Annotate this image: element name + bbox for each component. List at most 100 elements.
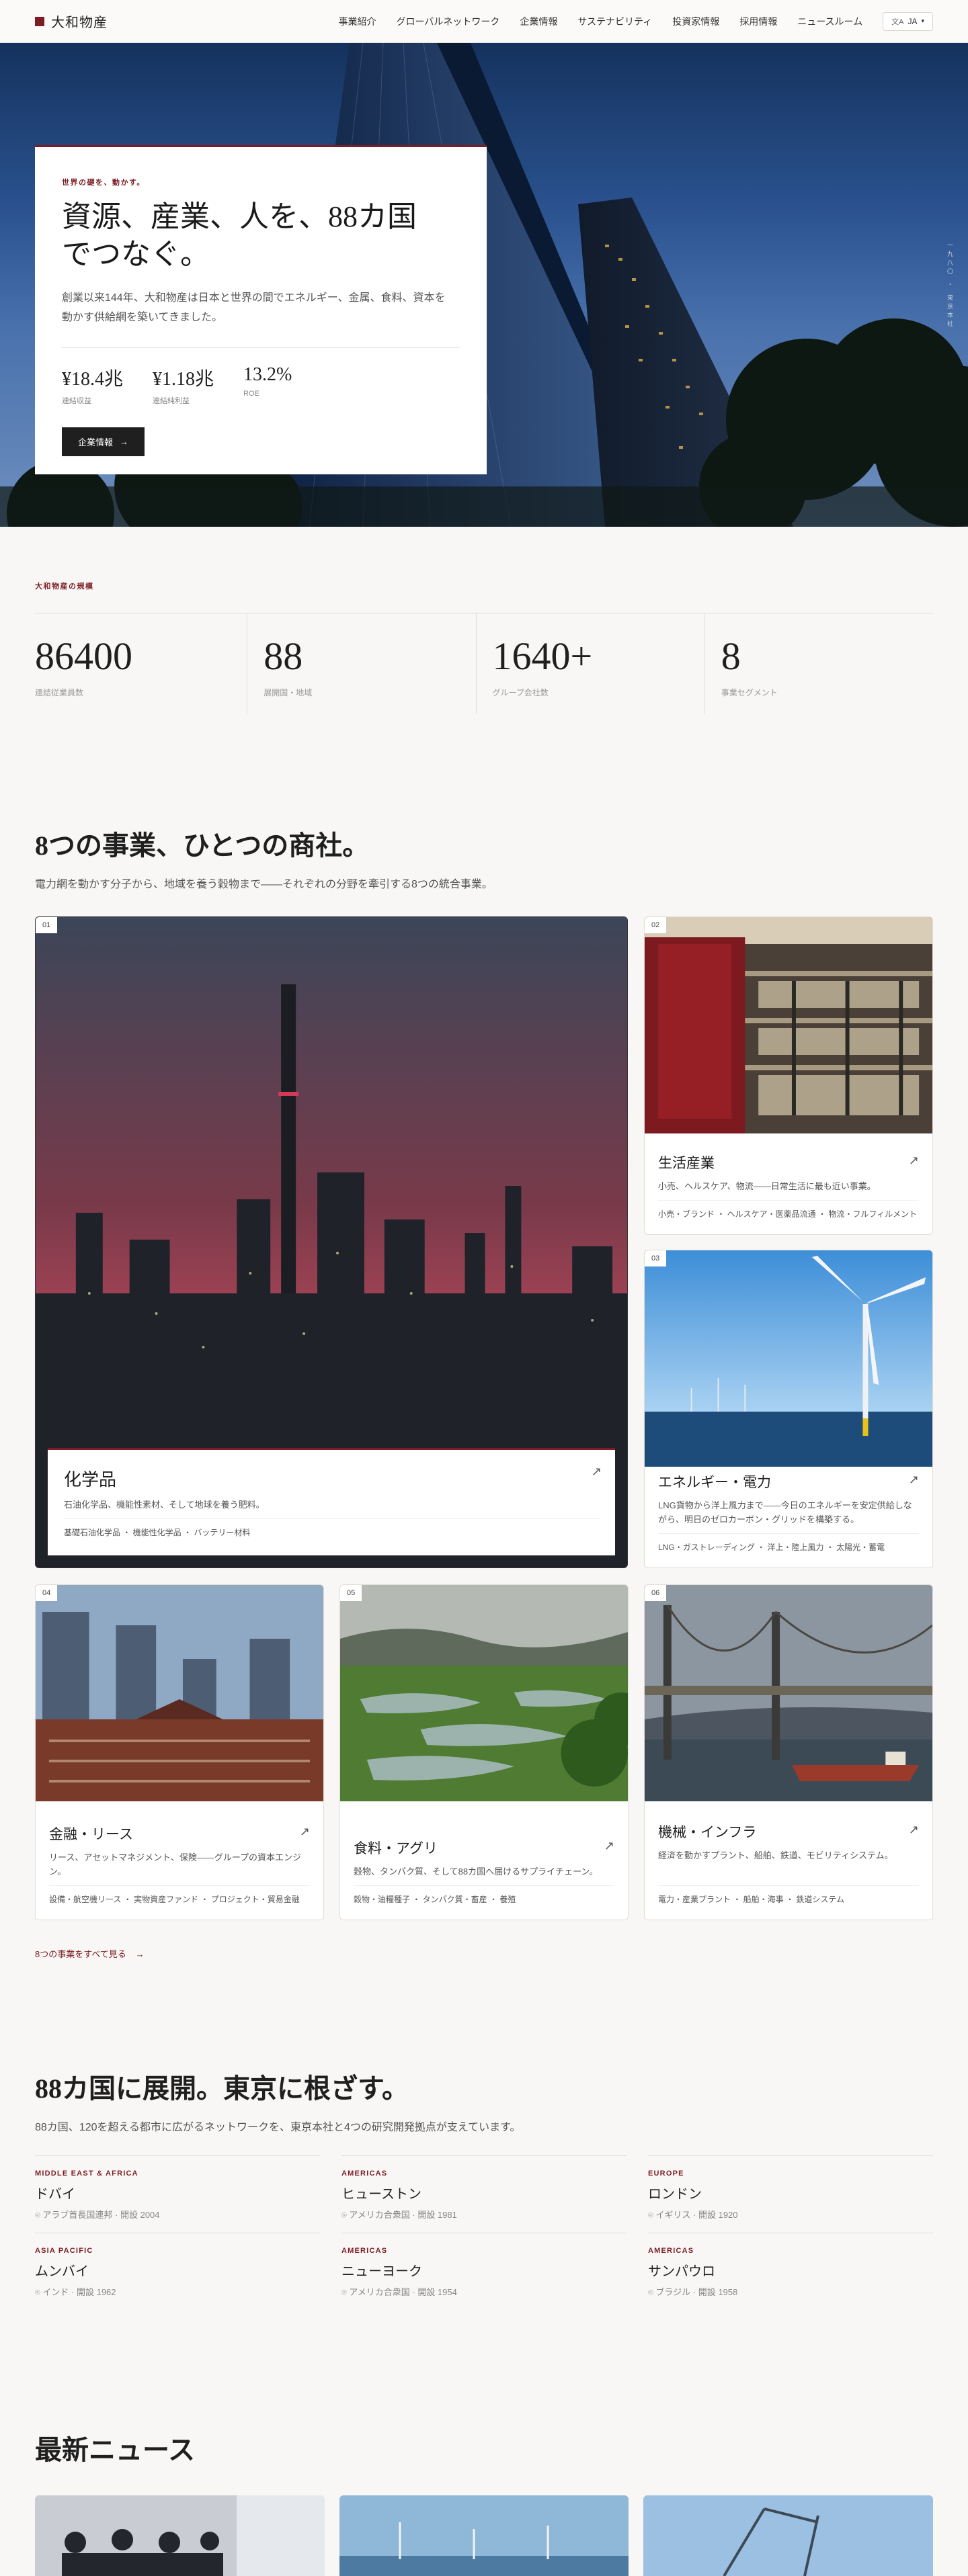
hero-title-line2: でつなぐ。 xyxy=(62,238,210,271)
business-card-finance[interactable]: 04 金融・リース リース、アセットマネジメント、保険——グループの資本エンジン… xyxy=(35,1584,324,1920)
arrow-up-right-icon: ↗ xyxy=(604,1839,614,1852)
office-item[interactable]: EUROPE ロンドン ⌾ イギリス · 開設 1920 xyxy=(648,2155,933,2233)
nav-item-company[interactable]: 企業情報 xyxy=(520,15,557,28)
scale-stat-label: 連結従業員数 xyxy=(35,688,84,697)
card-tags: 設備・航空機リース ・ 実物資産ファンド ・ プロジェクト・貿易金融 xyxy=(49,1885,310,1906)
office-region: AMERICAS xyxy=(341,2170,388,2178)
office-meta-text: イギリス · 開設 1920 xyxy=(655,2210,738,2220)
card-body: 生活産業 小売、ヘルスケア、物流——日常生活に最も近い事業。 小売・ブランド ・… xyxy=(645,1139,932,1234)
scale-stat-label: 事業セグメント xyxy=(721,688,778,697)
card-body: 金融・リース リース、アセットマネジメント、保険——グループの資本エンジン。 設… xyxy=(36,1810,323,1920)
office-meta-text: インド · 開設 1962 xyxy=(42,2287,116,2297)
brand-logo[interactable]: 大和物産 xyxy=(35,11,108,31)
office-region: MIDDLE EAST & AFRICA xyxy=(35,2170,138,2178)
company-info-button-label: 企業情報 xyxy=(78,437,114,447)
card-body: 機械・インフラ 経済を動かすプラント、船舶、鉄道、モビリティシステム。 電力・産… xyxy=(645,1808,932,1920)
location-pin-icon: ⌾ xyxy=(35,2210,43,2220)
arrow-right-icon: → xyxy=(135,1949,145,1959)
office-city: ヒューストン xyxy=(341,2187,421,2202)
office-region: ASIA PACIFIC xyxy=(35,2247,93,2255)
arrow-up-right-icon: ↗ xyxy=(299,1825,310,1838)
card-tags: 電力・産業プラント ・ 船舶・海事 ・ 鉄道システム xyxy=(658,1885,919,1906)
news-section: 最新ニュース xyxy=(35,2428,934,2576)
hero-stat-label: 連結純利益 xyxy=(153,397,190,405)
card-title: 金融・リース xyxy=(49,1826,133,1842)
language-selector[interactable]: 文A JA ▾ xyxy=(883,11,933,31)
arrow-up-right-icon: ↗ xyxy=(908,1473,919,1486)
office-region: EUROPE xyxy=(648,2170,684,2178)
office-item[interactable]: AMERICAS サンパウロ ⌾ ブラジル · 開設 1958 xyxy=(648,2233,933,2310)
nav-item-sustainability[interactable]: サステナビリティ xyxy=(577,15,652,28)
office-item[interactable]: MIDDLE EAST & AFRICA ドバイ ⌾ アラブ首長国連邦 · 開設… xyxy=(35,2155,320,2233)
scale-stat-value: 88 xyxy=(264,634,303,678)
nav-item-global-network[interactable]: グローバルネットワーク xyxy=(396,15,499,28)
rice-terraces-image xyxy=(340,1585,628,1801)
location-pin-icon: ⌾ xyxy=(341,2287,350,2297)
office-city: ドバイ xyxy=(35,2187,75,2202)
business-card-machinery[interactable]: 06 機械・インフラ 経済を動かすプラント、船舶、鉄道、モビリティシステム。 電… xyxy=(644,1584,933,1920)
business-card-food[interactable]: 05 食料・アグリ 穀物、タンパク質、そして88カ国へ届けるサプライチェーン。 … xyxy=(339,1584,629,1920)
scale-stat: 88 展開国・地域 xyxy=(247,613,477,714)
nav-item-business[interactable]: 事業紹介 xyxy=(338,15,376,28)
scale-stat-value: 86400 xyxy=(35,634,132,678)
business-card-consumer[interactable]: 02 生活産業 小売、ヘルスケア、物流——日常生活に最も近い事業。 小売・ブラン… xyxy=(644,916,933,1235)
see-all-businesses-link[interactable]: 8つの事業をすべて見る → xyxy=(35,1947,144,1960)
company-info-button[interactable]: 企業情報 → xyxy=(62,427,145,456)
office-meta-text: アメリカ合衆国 · 開設 1954 xyxy=(349,2287,457,2297)
card-description: リース、アセットマネジメント、保険——グループの資本エンジン。 xyxy=(49,1852,302,1877)
nav-item-careers[interactable]: 採用情報 xyxy=(739,15,777,28)
scale-stat-label: 展開国・地域 xyxy=(264,688,313,697)
office-region: AMERICAS xyxy=(648,2247,694,2255)
global-network-section: 88カ国に展開。東京に根ざす。 88カ国、120を超える都市に広がるネットワーク… xyxy=(35,2067,933,2310)
office-city: サンパウロ xyxy=(648,2264,715,2279)
hero-stat-value: ¥1.18兆 xyxy=(153,369,214,390)
nav-item-investors[interactable]: 投資家情報 xyxy=(672,15,719,28)
card-index: 04 xyxy=(36,1585,58,1601)
card-description: LNG貨物から洋上風力まで——今日のエネルギーを安定供給しながら、明日のゼロカー… xyxy=(658,1500,912,1525)
scale-stats: 86400 連結従業員数 88 展開国・地域 1640+ グループ会社数 8 事… xyxy=(35,613,933,714)
card-description: 穀物、タンパク質、そして88カ国へ届けるサプライチェーン。 xyxy=(354,1866,598,1877)
card-title: 化学品 xyxy=(64,1470,117,1490)
card-index: 03 xyxy=(645,1250,667,1266)
location-pin-icon: ⌾ xyxy=(648,2210,656,2220)
scale-stat: 8 事業セグメント xyxy=(705,613,933,714)
press-conference-image xyxy=(35,2495,325,2576)
news-card-image[interactable] xyxy=(35,2495,325,2576)
language-label: JA xyxy=(908,16,918,26)
office-list: MIDDLE EAST & AFRICA ドバイ ⌾ アラブ首長国連邦 · 開設… xyxy=(35,2155,933,2310)
card-tags: 穀物・油糧種子 ・ タンパク質・畜産 ・ 養殖 xyxy=(354,1885,614,1906)
office-item[interactable]: AMERICAS ヒューストン ⌾ アメリカ合衆国 · 開設 1981 xyxy=(341,2155,627,2233)
office-meta: ⌾ アメリカ合衆国 · 開設 1981 xyxy=(341,2208,627,2221)
see-all-label: 8つの事業をすべて見る xyxy=(35,1949,126,1959)
office-city: ニューヨーク xyxy=(341,2264,422,2279)
scale-stat: 1640+ グループ会社数 xyxy=(477,613,705,714)
business-title: 8つの事業、ひとつの商社。 xyxy=(35,830,370,861)
nav-item-newsroom[interactable]: ニュースルーム xyxy=(797,15,862,28)
brand-mark-icon xyxy=(35,16,44,26)
office-item[interactable]: AMERICAS ニューヨーク ⌾ アメリカ合衆国 · 開設 1954 xyxy=(341,2233,627,2310)
hero-stat-value: ¥18.4兆 xyxy=(62,369,124,390)
business-card-energy[interactable]: 03 エネルギー・電力 LNG貨物から洋上風力まで——今日のエネルギーを安定供給… xyxy=(644,1250,933,1568)
tokyo-station-image xyxy=(36,1585,323,1801)
office-meta: ⌾ アメリカ合衆国 · 開設 1954 xyxy=(341,2285,627,2298)
location-pin-icon: ⌾ xyxy=(341,2210,350,2220)
office-item[interactable]: ASIA PACIFIC ムンバイ ⌾ インド · 開設 1962 xyxy=(35,2233,320,2310)
location-pin-icon: ⌾ xyxy=(648,2287,656,2297)
card-title: 生活産業 xyxy=(658,1155,715,1171)
business-card-chemicals[interactable]: 01 化学品 石油化学品、機能性素材、そして地球を養う肥料。 基礎石油化学品 ・… xyxy=(35,916,628,1568)
news-card-image[interactable] xyxy=(643,2495,934,2576)
card-tags: 基礎石油化学品 ・ 機能性化学品 ・ バッテリー材料 xyxy=(64,1518,599,1539)
office-meta-text: アラブ首長国連邦 · 開設 2004 xyxy=(42,2210,160,2220)
global-title: 88カ国に展開。東京に根ざす。 xyxy=(35,2073,409,2104)
main-nav: 事業紹介 グローバルネットワーク 企業情報 サステナビリティ 投資家情報 採用情… xyxy=(338,11,933,31)
news-card-image[interactable] xyxy=(339,2495,629,2576)
office-meta: ⌾ ブラジル · 開設 1958 xyxy=(648,2285,933,2298)
arrow-up-right-icon: ↗ xyxy=(908,1823,919,1836)
chemicals-panel: 化学品 石油化学品、機能性素材、そして地球を養う肥料。 基礎石油化学品 ・ 機能… xyxy=(48,1448,615,1555)
card-description: 石油化学品、機能性素材、そして地球を養う肥料。 xyxy=(64,1500,265,1510)
hero-title-line1: 資源、産業、人を、88カ国 xyxy=(62,200,417,233)
offshore-wind-image xyxy=(339,2495,629,2576)
card-tags: 小売・ブランド ・ ヘルスケア・医薬品流通 ・ 物流・フルフィルメント xyxy=(658,1200,919,1221)
business-subtitle: 電力網を動かす分子から、地域を養う穀物まで——それぞれの分野を牽引する8つの統合… xyxy=(35,879,493,890)
hero-side-caption: 一九八〇 ・ 東京本社 xyxy=(946,242,953,330)
